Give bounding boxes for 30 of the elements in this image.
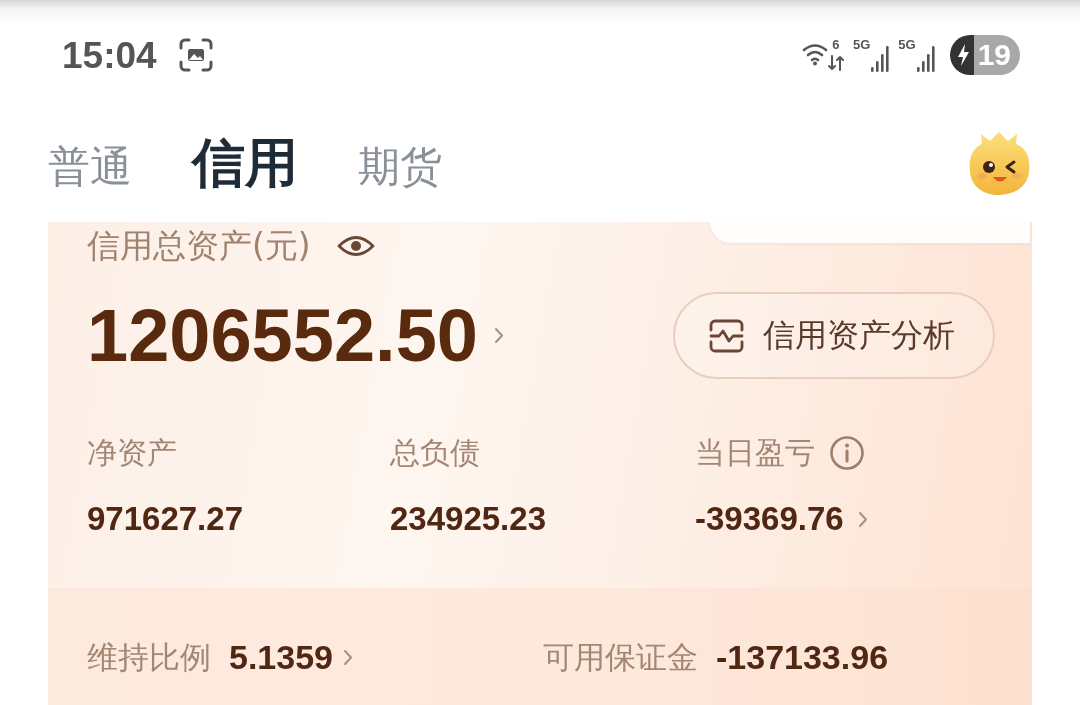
wifi-standard-label: 6 [832,38,840,52]
asset-analysis-button[interactable]: 信用资产分析 [673,292,995,379]
metric-label: 总负债 [390,434,480,472]
footer-value: 5.1359 [229,637,333,677]
network-type-label: 5G [852,38,871,52]
card-title: 信用总资产(元) [87,226,311,266]
data-arrows-icon [827,54,844,72]
battery-percentage: 19 [976,40,1012,70]
footer-label: 维持比例 [87,638,211,677]
metric-value: 234925.23 [390,499,546,539]
info-icon[interactable] [829,435,865,471]
eye-icon[interactable] [336,233,375,259]
chevron-right-icon[interactable] [493,327,504,344]
network-type-label: 5G [898,38,916,52]
account-tab[interactable]: 信用 [192,132,298,194]
wifi-icon [801,42,828,66]
footer-value: -137133.96 [716,637,889,677]
signal-bars-icon [916,46,935,72]
chevron-right-icon[interactable] [857,510,868,528]
line-chart-icon [708,317,745,354]
metric-label: 当日盈亏 [695,434,815,472]
footer-label: 可用保证金 [543,638,698,677]
metric-value: -39369.76 [695,499,844,539]
signal-bars-icon [871,46,890,72]
total-assets-value[interactable]: 1206552.50 [87,298,478,373]
metric-label: 净资产 [87,434,177,472]
chevron-right-icon[interactable] [343,648,353,666]
status-time: 15:04 [62,36,157,74]
screenshot-icon [178,38,213,72]
metric-value: 971627.27 [87,499,243,539]
